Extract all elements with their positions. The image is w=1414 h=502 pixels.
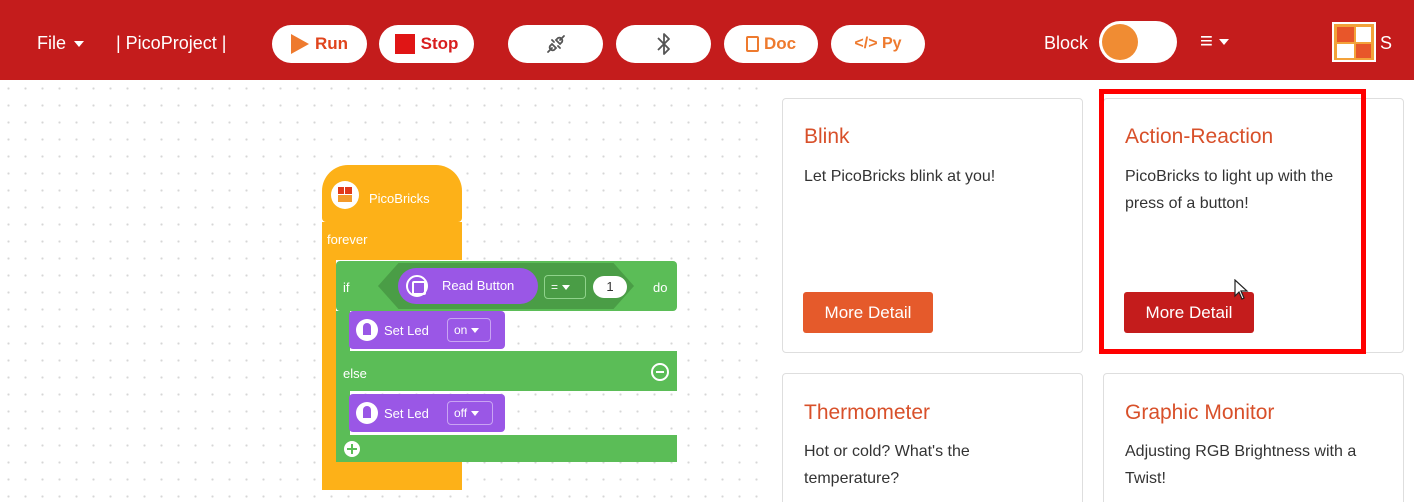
chevron-down-icon — [74, 41, 85, 48]
stop-button-label: Stop — [420, 34, 459, 53]
operator-value: = — [551, 280, 559, 294]
logo-square — [1356, 27, 1371, 42]
picobricks-logo-icon — [331, 181, 359, 209]
remove-else-icon[interactable] — [651, 363, 669, 381]
highlight-box — [1099, 89, 1366, 354]
else-block-side — [336, 391, 350, 435]
document-icon — [745, 36, 759, 52]
block-mode-label: Block — [1044, 33, 1089, 53]
led-state-value: on — [454, 323, 468, 337]
led-icon — [356, 319, 378, 341]
add-branch-icon[interactable] — [344, 441, 360, 457]
plug-disconnected-icon — [546, 35, 565, 53]
logo-square — [345, 187, 352, 194]
if-label: if — [343, 280, 350, 295]
bluetooth-icon — [656, 33, 670, 55]
doc-button-label: Doc — [763, 34, 797, 53]
do-label: do — [653, 280, 668, 295]
logo-square — [1337, 44, 1354, 58]
project-name: | PicoProject | — [116, 33, 227, 53]
logo-square — [1356, 44, 1371, 58]
hamburger-icon: ≡ — [1200, 28, 1213, 53]
card-description: Adjusting RGB Brightness with a Twist! — [1125, 443, 1357, 487]
else-label: else — [343, 366, 367, 381]
card-title: Graphic Monitor — [1125, 401, 1275, 424]
led-icon — [356, 402, 378, 424]
chevron-down-icon — [562, 285, 571, 291]
led-state-dropdown[interactable]: off — [447, 401, 493, 425]
logo-square — [338, 187, 344, 194]
card-description: Let PicoBricks blink at you! — [804, 168, 996, 185]
if-block-bottom — [336, 435, 677, 462]
if-block-side — [336, 311, 350, 351]
card-description: Hot or cold? What's the temperature? — [804, 443, 970, 487]
mouse-cursor-icon — [1234, 279, 1249, 300]
set-led-label: Set Led — [384, 406, 429, 421]
chevron-down-icon — [471, 328, 480, 334]
bluetooth-button[interactable] — [616, 25, 711, 63]
stop-icon — [394, 34, 415, 54]
connect-button[interactable] — [508, 25, 603, 63]
forever-block-bottom — [322, 462, 462, 490]
card-title: Blink — [804, 125, 850, 148]
play-icon — [290, 34, 309, 54]
read-button-label: Read Button — [442, 278, 515, 293]
python-button[interactable]: </> Py — [831, 25, 925, 63]
set-led-label: Set Led — [384, 323, 429, 338]
run-button-label: Run — [314, 34, 349, 53]
chevron-down-icon — [1218, 39, 1229, 46]
top-toolbar: File | PicoProject | Run Stop Doc </> Py… — [0, 0, 1414, 80]
operator-dropdown[interactable]: = — [544, 275, 586, 299]
led-state-value: off — [454, 406, 468, 420]
toggle-knob — [1102, 24, 1138, 60]
logo-square — [1337, 27, 1354, 42]
forever-block-side — [322, 260, 336, 490]
file-menu[interactable]: File — [37, 33, 85, 54]
layout-logo-icon[interactable] — [1332, 22, 1376, 62]
project-card-graphic-monitor[interactable]: Graphic Monitor Adjusting RGB Brightness… — [1103, 373, 1404, 502]
project-card-blink[interactable]: Blink Let PicoBricks blink at you! More … — [782, 98, 1083, 353]
compare-value-input[interactable]: 1 — [593, 276, 627, 298]
logo-square — [338, 195, 352, 202]
run-button[interactable]: Run — [272, 25, 367, 63]
file-menu-label: File — [37, 33, 67, 53]
project-card-thermometer[interactable]: Thermometer Hot or cold? What's the temp… — [782, 373, 1083, 502]
set-led-off-block[interactable]: Set Led off — [349, 394, 505, 432]
set-led-on-block[interactable]: Set Led on — [349, 311, 505, 349]
forever-label: forever — [327, 232, 368, 247]
doc-button[interactable]: Doc — [724, 25, 818, 63]
chevron-down-icon — [471, 411, 480, 417]
main-menu-button[interactable]: ≡ — [1200, 28, 1229, 54]
button-icon — [406, 275, 428, 297]
else-section[interactable] — [336, 351, 677, 391]
led-state-dropdown[interactable]: on — [447, 318, 491, 342]
stop-button[interactable]: Stop — [379, 25, 474, 63]
card-title: Thermometer — [804, 401, 931, 424]
block-python-toggle[interactable] — [1099, 21, 1177, 63]
hat-block-label: PicoBricks — [369, 191, 430, 206]
python-button-label: </> Py — [854, 35, 902, 52]
truncated-text: S — [1380, 33, 1393, 53]
more-detail-button[interactable]: More Detail — [803, 292, 933, 333]
